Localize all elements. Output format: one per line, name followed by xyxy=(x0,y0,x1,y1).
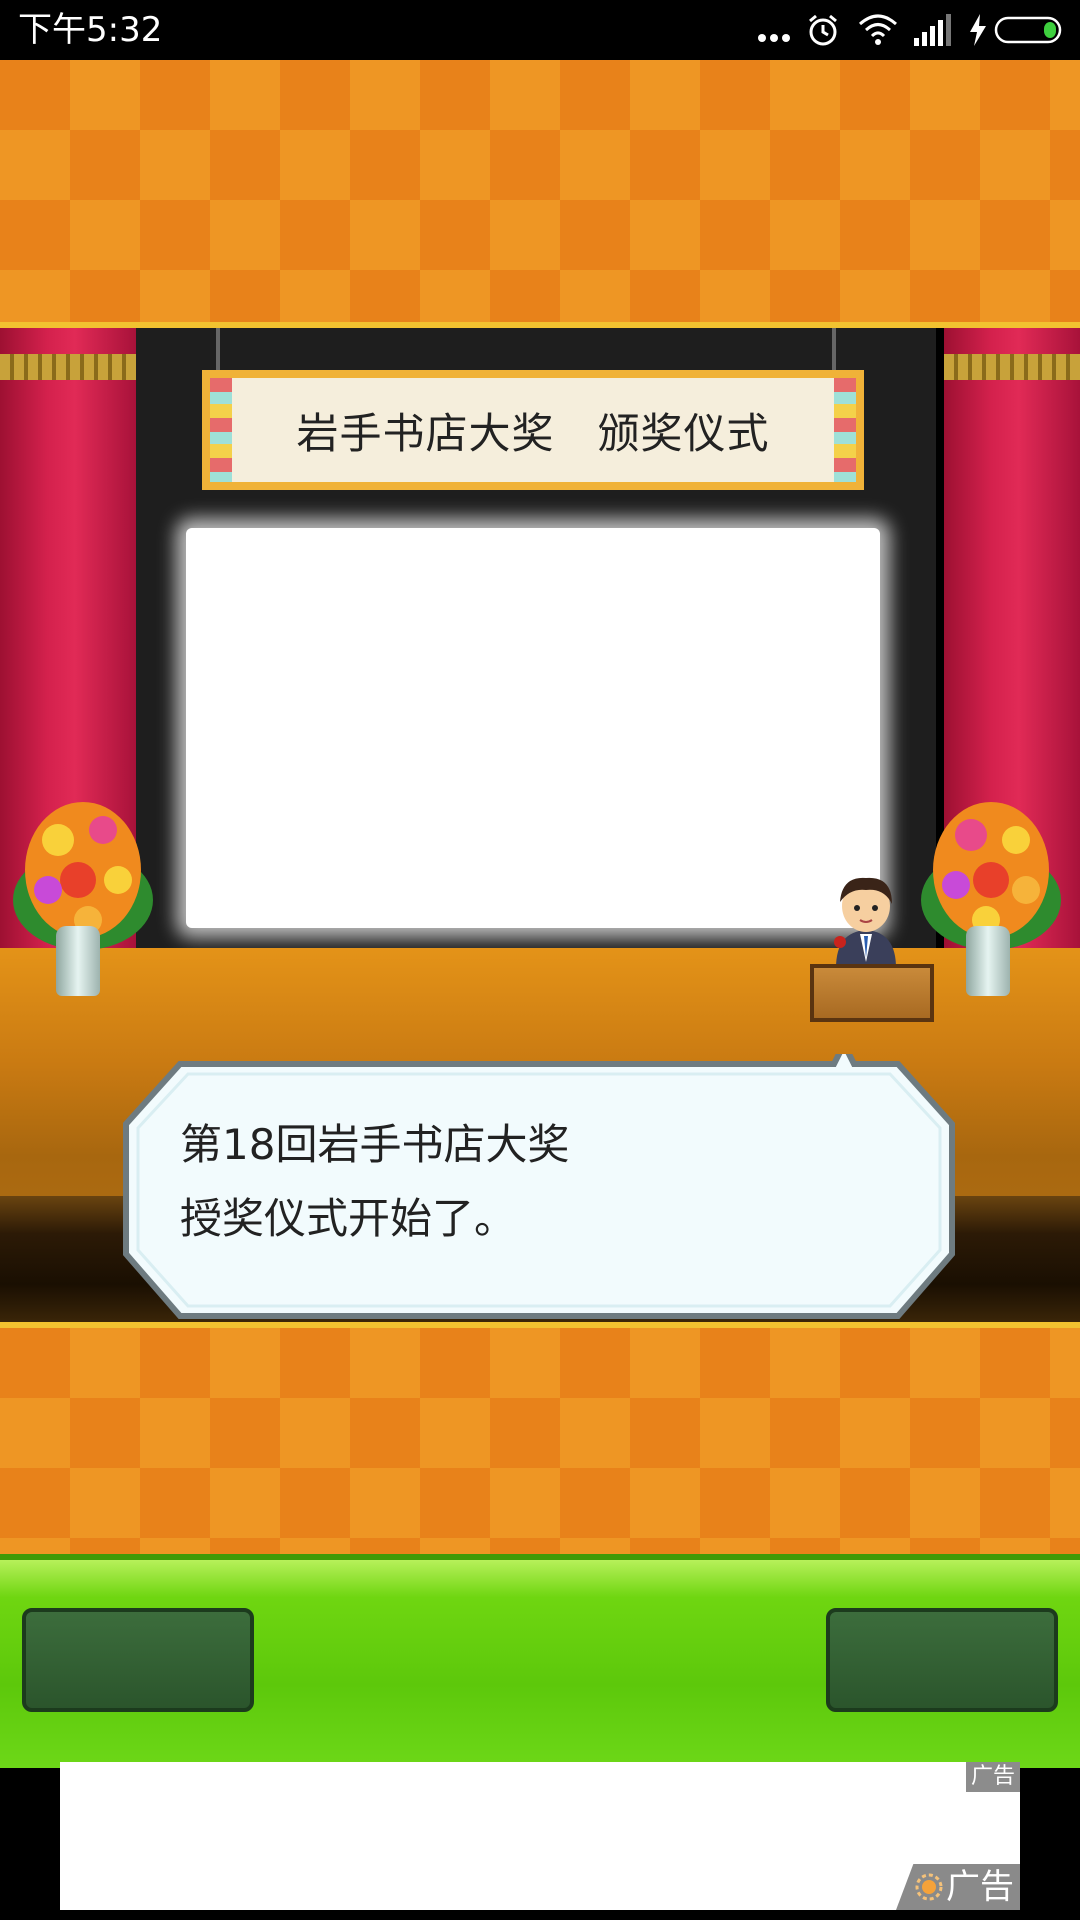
sign-rope-right xyxy=(832,328,836,372)
sign-trim-right xyxy=(834,378,856,482)
sun-icon xyxy=(915,1873,943,1901)
sign-trim-left xyxy=(210,378,232,482)
wifi-icon xyxy=(859,14,897,45)
status-bar: 下午5:32 xyxy=(0,0,1080,60)
left-action-button[interactable] xyxy=(22,1608,254,1712)
ad-banner[interactable]: 广告 广告 xyxy=(60,1762,1020,1910)
sign-rope-left xyxy=(216,328,220,372)
dialog-text: 第18回岩手书店大奖 授奖仪式开始了。 xyxy=(180,1120,570,1243)
right-curtain-valance xyxy=(944,354,1080,380)
more-dots-icon xyxy=(758,34,790,42)
bottom-decor-panel xyxy=(0,1322,1080,1560)
projection-screen xyxy=(186,528,880,928)
ad-badge: 广告 xyxy=(966,1762,1020,1792)
control-bar xyxy=(0,1554,1080,1768)
battery-icon xyxy=(994,16,1062,44)
left-curtain-valance xyxy=(0,354,136,380)
vase-left xyxy=(56,926,100,996)
sign-title: 岩手书店大奖 颁奖仪式 xyxy=(296,408,770,458)
presenter-character xyxy=(834,877,896,968)
ad-corner-text: 广告 xyxy=(946,1867,1014,1907)
top-decor-panel xyxy=(0,60,1080,328)
status-time: 下午5:32 xyxy=(18,10,163,50)
charging-icon xyxy=(970,14,986,46)
signal-icon xyxy=(914,14,951,46)
right-action-button[interactable] xyxy=(826,1608,1058,1712)
vase-right xyxy=(966,926,1010,996)
alarm-icon xyxy=(809,14,837,46)
podium xyxy=(810,964,934,1022)
ad-corner-label[interactable]: 广告 xyxy=(896,1864,1020,1910)
ceremony-sign: 岩手书店大奖 颁奖仪式 xyxy=(202,370,864,490)
